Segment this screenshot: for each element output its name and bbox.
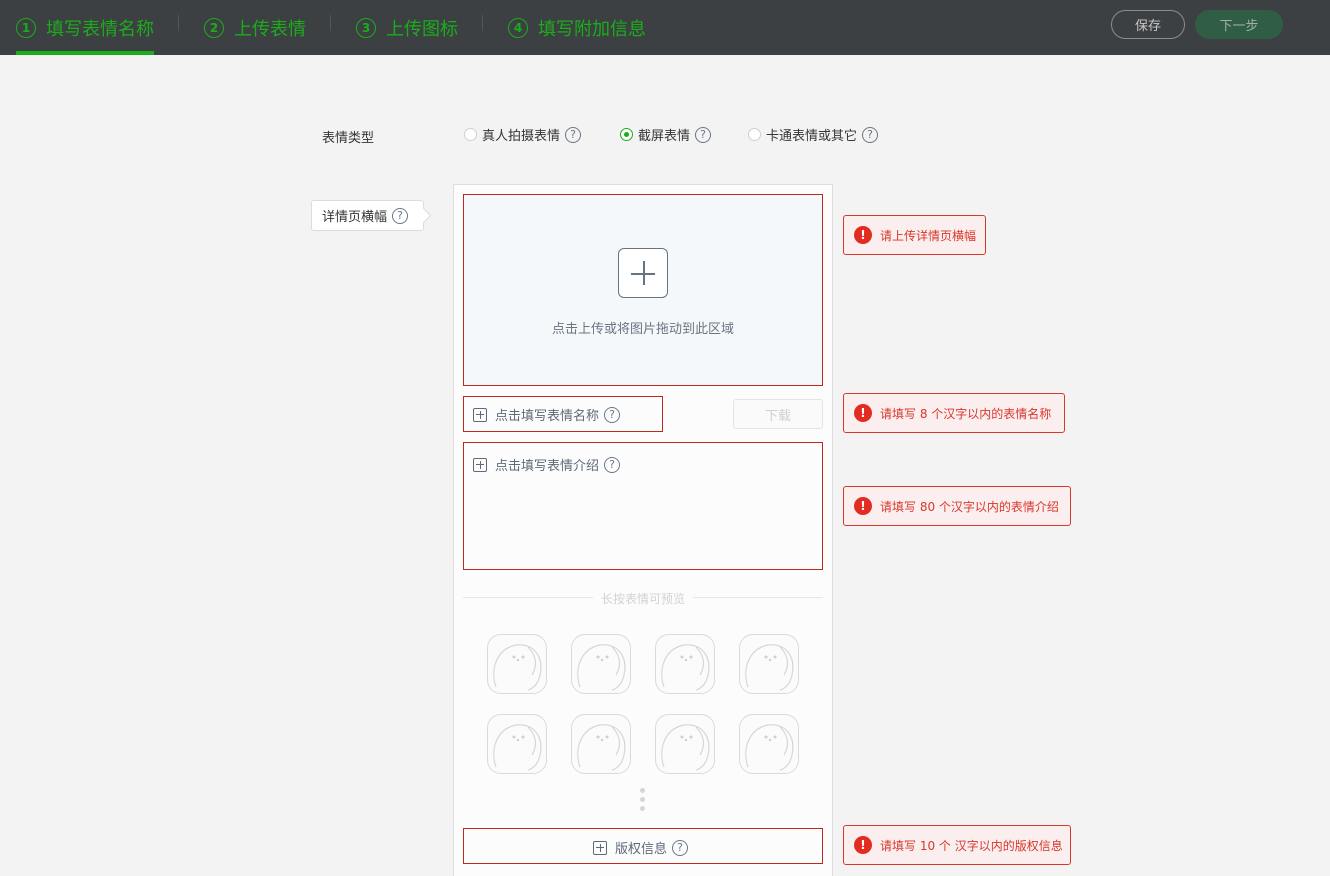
error-banner: ! 请上传详情页横幅 — [843, 215, 986, 255]
plus-box-icon — [473, 408, 487, 422]
step-divider — [330, 15, 331, 31]
radio-circle-checked[interactable] — [620, 128, 633, 141]
step-number: 3 — [356, 18, 376, 38]
error-icon: ! — [854, 404, 872, 422]
help-icon[interactable]: ? — [392, 208, 408, 224]
plus-box-icon — [593, 841, 607, 855]
save-button[interactable]: 保存 — [1111, 10, 1185, 39]
sticker-placeholder — [487, 634, 547, 694]
error-copyright: ! 请填写 10 个 汉字以内的版权信息 — [843, 825, 1071, 865]
next-step-button[interactable]: 下一步 — [1195, 10, 1283, 39]
help-icon[interactable]: ? — [672, 840, 688, 856]
help-icon[interactable]: ? — [604, 407, 620, 423]
sticker-name-label-wrap[interactable]: 点击填写表情名称 ? — [473, 405, 620, 424]
step-label: 填写附加信息 — [538, 15, 646, 41]
error-name: ! 请填写 8 个汉字以内的表情名称 — [843, 393, 1065, 433]
step-2-tab[interactable]: 2 上传表情 — [204, 0, 306, 55]
step-label: 上传图标 — [386, 15, 458, 41]
step-number: 2 — [204, 18, 224, 38]
step-divider — [482, 15, 483, 31]
plus-icon[interactable] — [618, 248, 668, 298]
step-number: 1 — [16, 18, 36, 38]
step-bar: 1 填写表情名称 2 上传表情 3 上传图标 4 填写附加信息 保存 下一步 — [0, 0, 1330, 55]
copyright-label: 版权信息 — [615, 838, 667, 857]
radio-circle[interactable] — [464, 128, 477, 141]
help-icon[interactable]: ? — [695, 127, 711, 143]
error-icon: ! — [854, 226, 872, 244]
error-text: 请填写 8 个汉字以内的表情名称 — [880, 405, 1051, 422]
copyright-label-wrap[interactable]: 版权信息 ? — [593, 838, 688, 857]
sticker-intro-label-wrap[interactable]: 点击填写表情介绍 ? — [473, 455, 620, 474]
more-dots-icon — [640, 788, 646, 815]
error-icon: ! — [854, 836, 872, 854]
sticker-placeholder — [571, 634, 631, 694]
radio-cartoon-other[interactable]: 卡通表情或其它 ? — [748, 125, 878, 144]
sticker-name-label: 点击填写表情名称 — [495, 405, 599, 424]
banner-label: 详情页横幅 — [322, 206, 387, 225]
help-icon[interactable]: ? — [565, 127, 581, 143]
radio-screenshot[interactable]: 截屏表情 ? — [620, 125, 711, 144]
radio-circle[interactable] — [748, 128, 761, 141]
error-text: 请上传详情页横幅 — [880, 227, 976, 244]
step-4-tab[interactable]: 4 填写附加信息 — [508, 0, 646, 55]
sticker-placeholder — [655, 634, 715, 694]
sticker-placeholder — [739, 634, 799, 694]
radio-label: 卡通表情或其它 — [766, 125, 857, 144]
step-3-tab[interactable]: 3 上传图标 — [356, 0, 458, 55]
radio-real-photo[interactable]: 真人拍摄表情 ? — [464, 125, 581, 144]
help-icon[interactable]: ? — [604, 457, 620, 473]
radio-label: 真人拍摄表情 — [482, 125, 560, 144]
error-text: 请填写 80 个汉字以内的表情介绍 — [880, 498, 1059, 515]
error-intro: ! 请填写 80 个汉字以内的表情介绍 — [843, 486, 1071, 526]
sticker-placeholder — [487, 714, 547, 774]
step-divider — [178, 15, 179, 31]
download-button[interactable]: 下载 — [733, 399, 823, 429]
error-text: 请填写 10 个 汉字以内的版权信息 — [880, 837, 1063, 854]
sticker-placeholder — [739, 714, 799, 774]
step-label: 上传表情 — [234, 15, 306, 41]
plus-box-icon — [473, 458, 487, 472]
error-icon: ! — [854, 497, 872, 515]
preview-hint: 长按表情可预览 — [463, 590, 823, 607]
help-icon[interactable]: ? — [862, 127, 878, 143]
step-label: 填写表情名称 — [46, 15, 154, 41]
upload-hint: 点击上传或将图片拖动到此区域 — [463, 318, 823, 337]
sticker-intro-label: 点击填写表情介绍 — [495, 455, 599, 474]
sticker-placeholder — [571, 714, 631, 774]
sticker-placeholder — [655, 714, 715, 774]
radio-label: 截屏表情 — [638, 125, 690, 144]
sticker-type-label: 表情类型 — [322, 127, 374, 146]
step-number: 4 — [508, 18, 528, 38]
divider-line — [693, 597, 823, 598]
step-1-tab[interactable]: 1 填写表情名称 — [16, 0, 154, 55]
banner-tag: 详情页横幅 ? — [311, 200, 424, 231]
